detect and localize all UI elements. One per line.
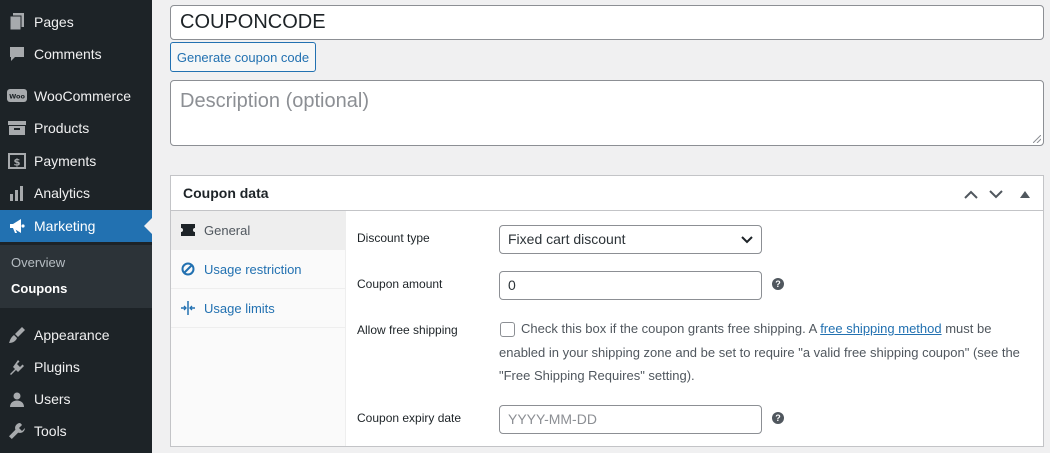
sidebar-item-label: Users xyxy=(34,391,71,407)
analytics-icon xyxy=(7,183,27,203)
expiry-date-input[interactable]: YYYY-MM-DD xyxy=(499,405,762,434)
products-icon xyxy=(7,118,27,138)
sidebar-item-label: Tools xyxy=(34,423,67,439)
sidebar-item-analytics[interactable]: Analytics xyxy=(0,177,152,209)
payments-icon: $ xyxy=(7,151,27,171)
sidebar-item-products[interactable]: Products xyxy=(0,112,152,144)
tab-label: General xyxy=(204,222,251,238)
discount-type-label: Discount type xyxy=(357,231,430,245)
tab-usage-limits[interactable]: Usage limits xyxy=(171,289,346,328)
discount-type-select[interactable]: Fixed cart discount xyxy=(499,225,762,254)
block-icon xyxy=(180,261,196,277)
coupon-amount-input[interactable]: 0 xyxy=(499,271,762,300)
coupon-code-input[interactable]: COUPONCODE xyxy=(170,5,1044,40)
svg-text:Woo: Woo xyxy=(9,93,25,101)
sidebar-item-label: WooCommerce xyxy=(34,88,131,104)
tab-general[interactable]: General xyxy=(171,211,346,250)
sidebar-item-payments[interactable]: $ Payments xyxy=(0,145,152,177)
tab-label: Usage restriction xyxy=(204,261,302,277)
panel-title: Coupon data xyxy=(183,185,269,201)
sidebar-item-label: Marketing xyxy=(34,218,96,234)
resize-grip-icon[interactable] xyxy=(1033,135,1041,143)
tools-icon xyxy=(7,421,27,441)
coupon-amount-label: Coupon amount xyxy=(357,277,443,291)
pages-icon xyxy=(7,12,27,32)
generate-coupon-code-button[interactable]: Generate coupon code xyxy=(170,42,316,72)
sidebar-item-woocommerce[interactable]: Woo WooCommerce xyxy=(0,80,152,112)
help-tip-icon[interactable]: ? xyxy=(772,278,784,290)
free-shipping-label: Allow free shipping xyxy=(357,323,458,337)
free-shipping-text: Check this box if the coupon grants free… xyxy=(521,321,821,336)
users-icon xyxy=(7,389,27,409)
sidebar-item-label: Appearance xyxy=(34,327,110,343)
megaphone-icon xyxy=(7,216,27,236)
description-placeholder: Description (optional) xyxy=(180,90,369,112)
sidebar-item-comments[interactable]: Comments xyxy=(0,38,152,70)
free-shipping-method-link[interactable]: free shipping method xyxy=(820,321,941,336)
sidebar-item-label: Comments xyxy=(34,46,102,62)
move-up-icon[interactable] xyxy=(962,185,980,203)
sidebar-item-label: Payments xyxy=(34,153,97,169)
coupon-data-panel: Coupon data General Usage restriction Us… xyxy=(170,175,1044,447)
tab-label: Usage limits xyxy=(204,300,275,316)
woocommerce-icon: Woo xyxy=(7,86,27,106)
move-down-icon[interactable] xyxy=(987,185,1005,203)
marketing-submenu: Overview Coupons xyxy=(0,245,152,308)
submenu-item-coupons[interactable]: Coupons xyxy=(11,281,67,296)
admin-sidebar: Pages Comments Woo WooCommerce Products … xyxy=(0,0,152,453)
ticket-icon xyxy=(180,222,196,238)
free-shipping-description: Check this box if the coupon grants free… xyxy=(499,317,1029,388)
appearance-icon xyxy=(7,325,27,345)
help-tip-icon[interactable]: ? xyxy=(772,412,784,424)
sidebar-item-users[interactable]: Users xyxy=(0,383,152,415)
sidebar-item-tools[interactable]: Tools xyxy=(0,415,152,447)
coupon-data-tabs: General Usage restriction Usage limits xyxy=(171,211,346,446)
sidebar-item-label: Plugins xyxy=(34,359,80,375)
tab-usage-restriction[interactable]: Usage restriction xyxy=(171,250,346,289)
submenu-item-overview[interactable]: Overview xyxy=(11,255,65,270)
svg-text:$: $ xyxy=(14,158,21,169)
coupon-description-textarea[interactable]: Description (optional) xyxy=(170,80,1044,146)
collapse-toggle-icon[interactable] xyxy=(1016,185,1034,203)
discount-type-value: Fixed cart discount xyxy=(508,231,626,247)
sidebar-item-plugins[interactable]: Plugins xyxy=(0,351,152,383)
sidebar-item-marketing[interactable]: Marketing xyxy=(0,210,152,242)
limits-icon xyxy=(180,300,196,316)
sidebar-item-pages[interactable]: Pages xyxy=(0,6,152,38)
sidebar-item-label: Analytics xyxy=(34,185,91,201)
plugins-icon xyxy=(7,357,27,377)
panel-header: Coupon data xyxy=(171,176,1043,211)
sidebar-item-label: Products xyxy=(34,120,90,136)
sidebar-item-appearance[interactable]: Appearance xyxy=(0,319,152,351)
expiry-date-label: Coupon expiry date xyxy=(357,411,462,425)
sidebar-item-label: Pages xyxy=(34,14,74,30)
comments-icon xyxy=(7,44,27,64)
chevron-down-icon xyxy=(741,236,753,244)
